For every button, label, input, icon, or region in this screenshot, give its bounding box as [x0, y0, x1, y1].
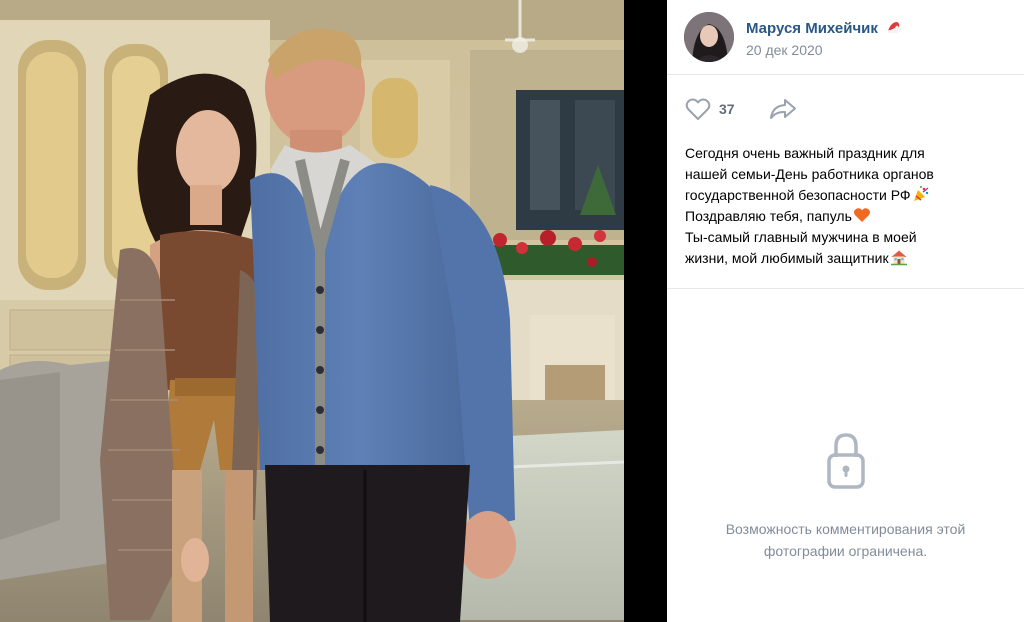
caption-line: государственной безопасности РФ [685, 185, 1000, 206]
restricted-line: фотографии ограничена. [763, 543, 928, 559]
side-panel: Маруся Михейчик 20 дек 2020 37 Сегодня о… [667, 0, 1024, 622]
restricted-line: Возможность комментирования этой [725, 521, 966, 537]
orange-heart-icon [853, 208, 870, 222]
santa-hat-icon [888, 22, 902, 33]
caption-line: нашей семьи-День работника органов [685, 166, 934, 182]
post-caption: Сегодня очень важный праздник для нашей … [685, 143, 1000, 269]
comments-divider [667, 288, 1024, 289]
caption-text: Поздравляю тебя, папуль [685, 208, 852, 224]
caption-line: Сегодня очень важный праздник для [685, 145, 925, 161]
author-name-link[interactable]: Маруся Михейчик [746, 19, 902, 37]
post-author-header: Маруся Михейчик 20 дек 2020 [667, 0, 1024, 75]
party-popper-icon [913, 186, 928, 201]
photo-image [0, 0, 624, 622]
caption-line: Ты-самый главный мужчина в моей [685, 229, 917, 245]
author-avatar[interactable] [684, 12, 734, 62]
photo-area [0, 0, 667, 622]
caption-line: жизни, мой любимый защитник [685, 248, 1000, 269]
heart-outline-icon [685, 98, 711, 120]
caption-text: государственной безопасности РФ [685, 187, 911, 203]
share-arrow-icon [769, 99, 796, 119]
like-count: 37 [719, 101, 735, 117]
like-button[interactable]: 37 [685, 97, 735, 121]
caption-line: Поздравляю тебя, папуль [685, 206, 1000, 227]
post-actions: 37 [685, 96, 797, 122]
caption-text: жизни, мой любимый защитник [685, 250, 889, 266]
comments-restricted-message: Возможность комментирования этой фотогра… [687, 518, 1004, 562]
lock-icon [827, 433, 865, 489]
author-name: Маруся Михейчик [746, 20, 878, 37]
post-date[interactable]: 20 дек 2020 [746, 42, 823, 58]
photo-viewer: Маруся Михейчик 20 дек 2020 37 Сегодня о… [0, 0, 1024, 622]
house-icon [890, 250, 907, 266]
share-button[interactable] [769, 97, 797, 121]
avatar-image [684, 12, 734, 62]
photo[interactable] [0, 0, 624, 622]
